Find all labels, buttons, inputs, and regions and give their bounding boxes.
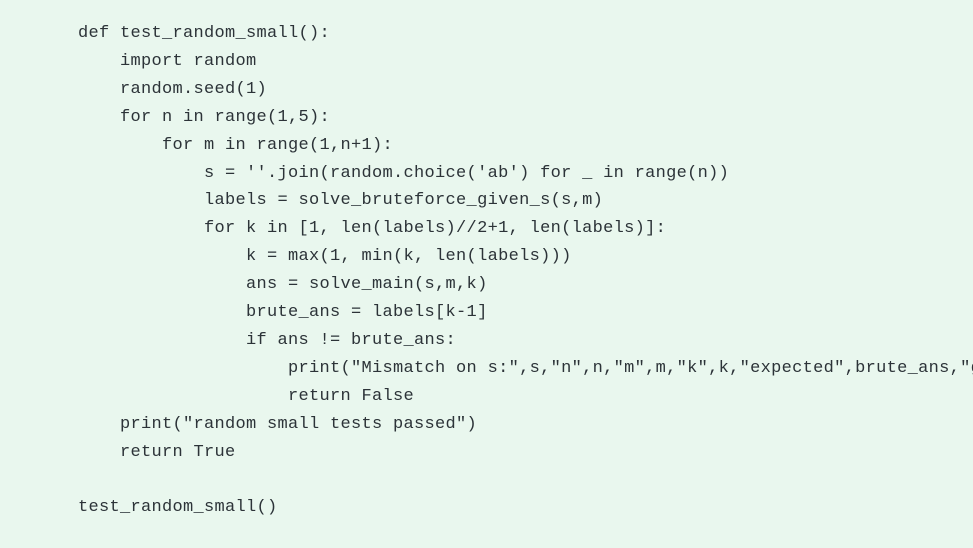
code-block: def test_random_small(): import random r… [0, 0, 973, 522]
